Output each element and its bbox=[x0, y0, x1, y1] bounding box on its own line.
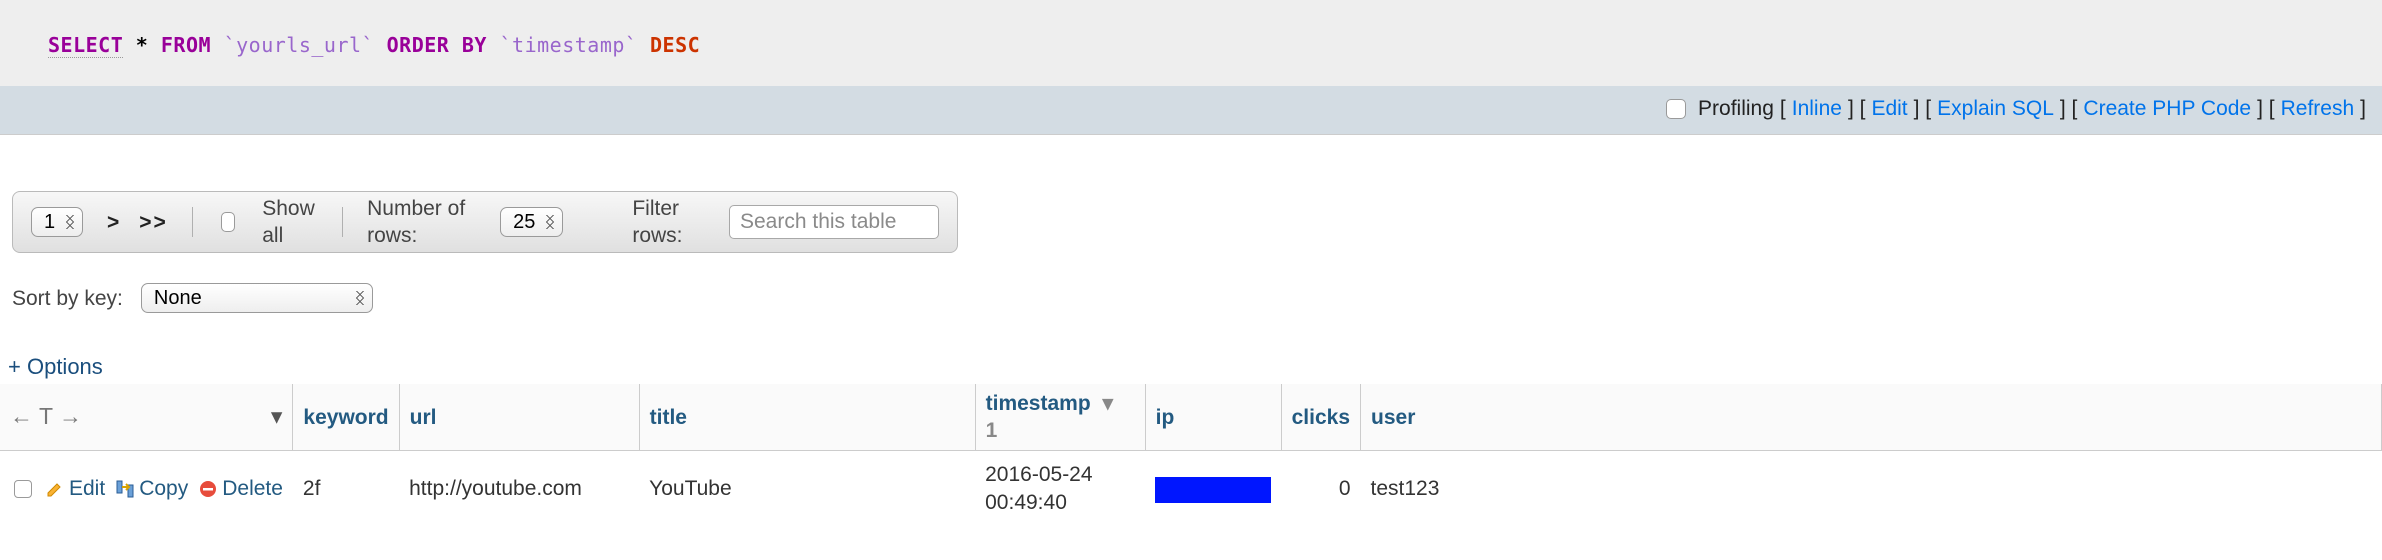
col-keyword[interactable]: keyword bbox=[293, 384, 399, 451]
sort-index: 1 bbox=[986, 419, 998, 442]
col-ip[interactable]: ip bbox=[1145, 384, 1281, 451]
filter-label: Filter rows: bbox=[632, 195, 705, 250]
edit-link[interactable]: Edit bbox=[1871, 95, 1907, 122]
cell-timestamp: 2016-05-24 00:49:40 bbox=[975, 451, 1145, 526]
filter-input[interactable] bbox=[729, 205, 939, 239]
rows-label: Number of rows: bbox=[367, 195, 476, 250]
arrow-right-icon[interactable]: → bbox=[59, 403, 82, 429]
sort-by-key-select[interactable]: None bbox=[141, 283, 373, 313]
nav-last[interactable]: >> bbox=[139, 209, 168, 236]
sort-by-key-select-wrap: None bbox=[141, 283, 373, 313]
row-checkbox[interactable] bbox=[14, 480, 32, 498]
text-t-icon: T bbox=[39, 403, 53, 429]
inline-link[interactable]: Inline bbox=[1792, 95, 1842, 122]
rows-select[interactable]: 25 bbox=[500, 207, 563, 237]
sort-by-key-label: Sort by key: bbox=[12, 285, 123, 312]
divider bbox=[192, 207, 193, 237]
row-copy[interactable]: Copy bbox=[115, 475, 188, 502]
show-all-label: Show all bbox=[262, 195, 318, 250]
pencil-icon bbox=[45, 479, 65, 499]
sql-keyword-from: FROM bbox=[161, 33, 211, 57]
col-url[interactable]: url bbox=[399, 384, 639, 451]
table-row: Edit Copy bbox=[0, 451, 2382, 526]
row-delete[interactable]: Delete bbox=[198, 475, 283, 502]
sql-table-name: `yourls_url` bbox=[224, 33, 375, 57]
rows-select-wrap: 25 bbox=[500, 207, 563, 237]
sql-star: * bbox=[123, 33, 161, 57]
bracket: ] [ bbox=[1848, 95, 1866, 122]
profiling-checkbox[interactable] bbox=[1666, 99, 1686, 119]
bracket: [ bbox=[1780, 95, 1786, 122]
nav-toolbar: 1 > >> Show all Number of rows: 25 Filte… bbox=[12, 191, 958, 253]
page-select[interactable]: 1 bbox=[31, 207, 83, 237]
refresh-link[interactable]: Refresh bbox=[2281, 95, 2355, 122]
cell-clicks: 0 bbox=[1281, 451, 1360, 526]
cell-title: YouTube bbox=[639, 451, 975, 526]
delete-icon bbox=[198, 479, 218, 499]
sql-panel: SELECT * FROM `yourls_url` ORDER BY `tim… bbox=[0, 0, 2382, 135]
col-user[interactable]: user bbox=[1361, 384, 2382, 451]
redacted-ip bbox=[1155, 477, 1271, 503]
explain-sql-link[interactable]: Explain SQL bbox=[1937, 95, 2054, 122]
col-title[interactable]: title bbox=[639, 384, 975, 451]
row-edit[interactable]: Edit bbox=[45, 475, 105, 502]
divider bbox=[342, 207, 343, 237]
cell-ip bbox=[1145, 451, 1281, 526]
bracket: ] bbox=[2360, 95, 2366, 122]
copy-icon bbox=[115, 479, 135, 499]
create-php-link[interactable]: Create PHP Code bbox=[2083, 95, 2251, 122]
options-toggle[interactable]: Options bbox=[8, 354, 103, 379]
arrow-left-icon[interactable]: ← bbox=[10, 403, 33, 429]
sort-caret-icon: ▾ bbox=[1103, 392, 1114, 415]
results-table: ← T → ▾ keyword url title timestamp ▾ 1 … bbox=[0, 384, 2382, 526]
sort-by-key-row: Sort by key: None bbox=[12, 283, 2382, 313]
cell-user: test123 bbox=[1361, 451, 2382, 526]
nav-next[interactable]: > bbox=[107, 209, 121, 236]
bracket: ] [ bbox=[2060, 95, 2078, 122]
caret-down-icon[interactable]: ▾ bbox=[271, 402, 283, 432]
cell-url: http://youtube.com bbox=[399, 451, 639, 526]
sql-column-name: `timestamp` bbox=[500, 33, 638, 57]
page-select-wrap: 1 bbox=[31, 207, 83, 237]
cell-keyword: 2f bbox=[293, 451, 399, 526]
col-clicks[interactable]: clicks bbox=[1281, 384, 1360, 451]
sql-actions-bar: Profiling [ Inline ] [ Edit ] [ Explain … bbox=[0, 86, 2382, 134]
col-timestamp[interactable]: timestamp ▾ 1 bbox=[975, 384, 1145, 451]
profiling-label: Profiling bbox=[1698, 95, 1774, 122]
sql-direction: DESC bbox=[650, 33, 700, 57]
sql-keyword-orderby: ORDER BY bbox=[387, 33, 487, 57]
bracket: ] [ bbox=[1914, 95, 1932, 122]
show-all-checkbox[interactable] bbox=[221, 212, 236, 232]
bracket: ] [ bbox=[2257, 95, 2275, 122]
sql-query: SELECT * FROM `yourls_url` ORDER BY `tim… bbox=[0, 0, 2382, 86]
sql-keyword-select: SELECT bbox=[48, 33, 123, 58]
